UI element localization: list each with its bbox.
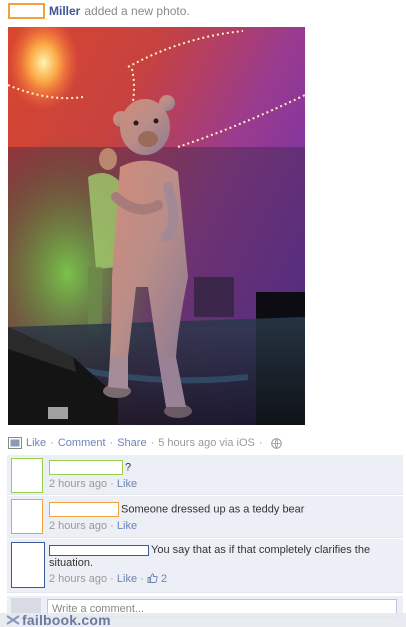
separator-dot: · [50, 437, 54, 449]
comment-like-link[interactable]: Like [117, 478, 137, 490]
comment-item: Someone dressed up as a teddy bear 2 hou… [7, 496, 403, 538]
redacted-avatar [11, 458, 43, 493]
comment-like-count[interactable]: 2 [161, 573, 167, 585]
separator-dot: · [110, 573, 114, 585]
redacted-avatar [11, 499, 43, 534]
post-timestamp[interactable]: 5 hours ago via iOS [158, 437, 255, 449]
comment-meta: 2 hours ago · Like [49, 520, 397, 533]
redacted-avatar [11, 542, 45, 588]
comment-body: ? 2 hours ago · Like [49, 460, 397, 491]
post-header: Miller added a new photo. [8, 3, 190, 19]
comment-meta: 2 hours ago · Like [49, 478, 397, 491]
comment-link[interactable]: Comment [58, 437, 106, 449]
watermark-text: failbook.com [22, 612, 111, 627]
photo-icon [8, 437, 22, 449]
comment-body: Someone dressed up as a teddy bear 2 hou… [49, 502, 397, 533]
redacted-commenter-name[interactable] [49, 544, 149, 556]
comment-time[interactable]: 2 hours ago [49, 520, 107, 532]
comment-body: You say that as if that completely clari… [49, 544, 397, 586]
separator-dot: · [110, 478, 114, 490]
comment-time[interactable]: 2 hours ago [49, 478, 107, 490]
comment-like-link[interactable]: Like [117, 520, 137, 532]
separator-dot: · [258, 437, 263, 449]
author-name[interactable]: Miller [49, 4, 80, 18]
comment-text: ? [125, 461, 132, 474]
share-link[interactable]: Share [117, 437, 146, 449]
comment-meta: 2 hours ago · Like · 2 [49, 573, 397, 586]
post-actions-bar: Like · Comment · Share · 5 hours ago via… [8, 436, 282, 450]
comments-list: ? 2 hours ago · Like Someone dressed up … [7, 455, 403, 594]
failbook-logo-icon [6, 615, 20, 625]
comment-item: You say that as if that completely clari… [7, 539, 403, 593]
thumbs-up-icon[interactable] [147, 573, 158, 583]
separator-dot: · [140, 573, 144, 585]
failbook-watermark: failbook.com [0, 612, 406, 627]
post-action-text: added a new photo. [84, 4, 190, 18]
separator-dot: · [110, 520, 114, 532]
comment-like-link[interactable]: Like [117, 573, 137, 585]
separator-dot: · [109, 437, 114, 449]
globe-icon[interactable] [270, 437, 282, 449]
comment-text: Someone dressed up as a teddy bear [121, 503, 305, 516]
teddy-bear-stage-photo [8, 27, 305, 425]
comment-item: ? 2 hours ago · Like [7, 455, 403, 495]
comment-time[interactable]: 2 hours ago [49, 573, 107, 585]
post-photo[interactable] [8, 27, 305, 425]
redacted-commenter-name[interactable] [49, 502, 119, 517]
separator-dot: · [150, 437, 155, 449]
redacted-commenter-name[interactable] [49, 460, 123, 475]
like-link[interactable]: Like [26, 437, 46, 449]
redacted-name-box [8, 3, 45, 19]
